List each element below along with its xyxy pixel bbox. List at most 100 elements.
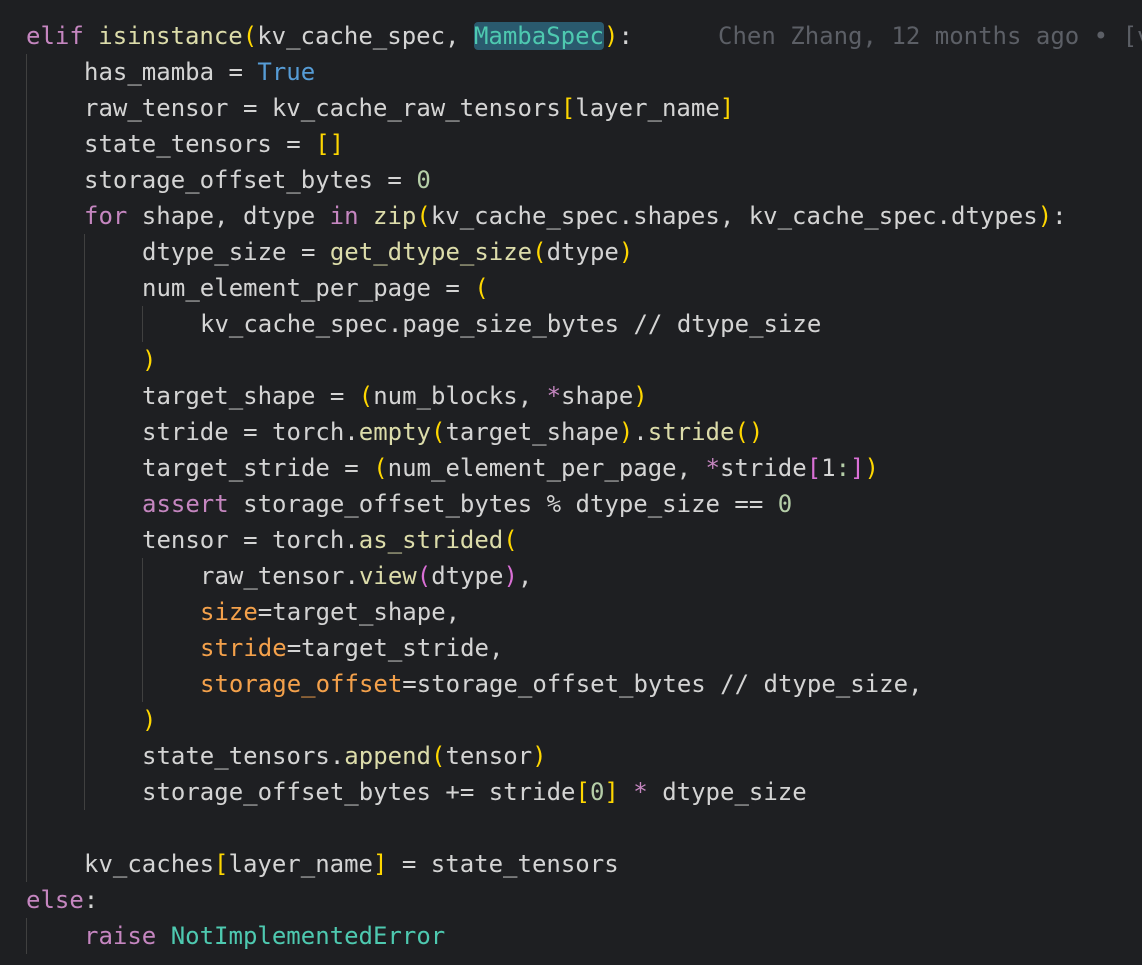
code-line[interactable]: stride=target_stride,: [0, 630, 1142, 666]
code-token: state_tensors =: [84, 130, 316, 158]
indent-guide: [26, 522, 27, 558]
indent-guide: [142, 594, 143, 630]
indent-guide: [26, 342, 27, 378]
code-line[interactable]: elif isinstance(kv_cache_spec, MambaSpec…: [0, 18, 1142, 54]
indent-guide: [26, 450, 27, 486]
code-token: []: [315, 130, 345, 158]
indent-guide: [26, 846, 27, 882]
indent-guide: [26, 378, 27, 414]
code-text: stride = torch.empty(target_shape).strid…: [142, 414, 763, 450]
code-token: else: [26, 886, 84, 914]
code-token: target_stride =: [142, 454, 374, 482]
code-line[interactable]: for shape, dtype in zip(kv_cache_spec.sh…: [0, 198, 1142, 234]
code-token: dtype_size: [647, 778, 807, 806]
code-line[interactable]: storage_offset_bytes = 0: [0, 162, 1142, 198]
code-token: raw_tensor.: [200, 562, 359, 590]
code-line[interactable]: storage_offset=storage_offset_bytes // d…: [0, 666, 1142, 702]
indent-guide: [26, 630, 27, 666]
code-token: [: [560, 94, 576, 122]
code-token: shape: [561, 382, 634, 410]
code-token: kv_cache_spec.shapes, kv_cache_spec.dtyp…: [430, 202, 1038, 230]
code-token: (: [373, 454, 388, 482]
code-line[interactable]: assert storage_offset_bytes % dtype_size…: [0, 486, 1142, 522]
code-token: ): [864, 454, 879, 482]
code-text: tensor = torch.as_strided(: [142, 522, 518, 558]
code-line[interactable]: state_tensors = []: [0, 126, 1142, 162]
indent-guide: [84, 414, 85, 450]
code-token: (: [532, 238, 547, 266]
code-token: stride = torch.: [142, 418, 359, 446]
code-editor[interactable]: elif isinstance(kv_cache_spec, MambaSpec…: [0, 18, 1142, 954]
indent-guide: [26, 234, 27, 270]
code-token: kv_caches: [84, 850, 215, 878]
code-token: =storage_offset_bytes // dtype_size,: [402, 670, 923, 698]
code-line[interactable]: raw_tensor.view(dtype),: [0, 558, 1142, 594]
indent-guide: [84, 234, 85, 270]
indent-guide: [84, 342, 85, 378]
code-text: state_tensors = []: [84, 126, 344, 162]
code-text: kv_caches[layer_name] = state_tensors: [84, 846, 619, 882]
code-line[interactable]: num_element_per_page = (: [0, 270, 1142, 306]
code-token: 0: [777, 490, 793, 518]
code-line[interactable]: target_shape = (num_blocks, *shape): [0, 378, 1142, 414]
code-token: target_shape =: [142, 382, 359, 410]
code-line[interactable]: raw_tensor = kv_cache_raw_tensors[layer_…: [0, 90, 1142, 126]
code-line[interactable]: storage_offset_bytes += stride[0] * dtyp…: [0, 774, 1142, 810]
indent-guide: [26, 702, 27, 738]
code-text: target_shape = (num_blocks, *shape): [142, 378, 648, 414]
code-token: =target_shape,: [257, 598, 461, 626]
code-token: ]: [604, 778, 619, 806]
code-line[interactable]: dtype_size = get_dtype_size(dtype): [0, 234, 1142, 270]
code-text: storage_offset=storage_offset_bytes // d…: [200, 666, 922, 702]
indent-guide: [84, 306, 85, 342]
code-text: target_stride = (num_element_per_page, *…: [142, 450, 879, 486]
code-text: raw_tensor = kv_cache_raw_tensors[layer_…: [84, 90, 734, 126]
code-line[interactable]: state_tensors.append(tensor): [0, 738, 1142, 774]
code-token: num_element_per_page,: [387, 454, 706, 482]
code-token: tensor: [445, 742, 533, 770]
code-line[interactable]: stride = torch.empty(target_shape).strid…: [0, 414, 1142, 450]
code-text: ): [142, 342, 156, 378]
code-line[interactable]: kv_cache_spec.page_size_bytes // dtype_s…: [0, 306, 1142, 342]
code-token: 0: [416, 166, 431, 194]
code-token: ): [633, 382, 648, 410]
code-token: storage_offset: [200, 670, 403, 698]
code-line[interactable]: target_stride = (num_element_per_page, *…: [0, 450, 1142, 486]
indent-guide: [26, 90, 27, 126]
indent-guide: [84, 738, 85, 774]
code-line[interactable]: ): [0, 342, 1142, 378]
code-text: raise NotImplementedError: [84, 918, 445, 954]
code-token: for: [84, 202, 128, 230]
indent-guide: [84, 774, 85, 810]
indent-guide: [84, 378, 85, 414]
code-token: ): [142, 346, 157, 374]
code-line[interactable]: has_mamba = True: [0, 54, 1142, 90]
code-token: *: [546, 382, 562, 410]
code-line[interactable]: kv_caches[layer_name] = state_tensors: [0, 846, 1142, 882]
code-token: :: [618, 22, 633, 50]
code-line[interactable]: [0, 810, 1142, 846]
code-token: num_blocks,: [373, 382, 547, 410]
code-text: else:: [26, 882, 98, 918]
indent-guide: [26, 54, 27, 90]
code-token: stride: [647, 418, 735, 446]
code-token: :: [1052, 202, 1067, 230]
code-token: state_tensors.: [142, 742, 345, 770]
code-line[interactable]: raise NotImplementedError: [0, 918, 1142, 954]
code-token: zip: [373, 202, 417, 230]
code-line[interactable]: ): [0, 702, 1142, 738]
code-token: elif: [26, 22, 84, 50]
code-token: (: [242, 22, 258, 50]
code-text: raw_tensor.view(dtype),: [200, 558, 532, 594]
code-token: = state_tensors: [387, 850, 619, 878]
code-token: ): [503, 562, 518, 590]
code-line[interactable]: size=target_shape,: [0, 594, 1142, 630]
code-line[interactable]: tensor = torch.as_strided(: [0, 522, 1142, 558]
code-token: (: [474, 274, 489, 302]
code-line[interactable]: else:: [0, 882, 1142, 918]
code-token: has_mamba =: [84, 58, 258, 86]
code-text: storage_offset_bytes = 0: [84, 162, 431, 198]
code-token: (: [416, 562, 432, 590]
code-token: ): [1037, 202, 1053, 230]
